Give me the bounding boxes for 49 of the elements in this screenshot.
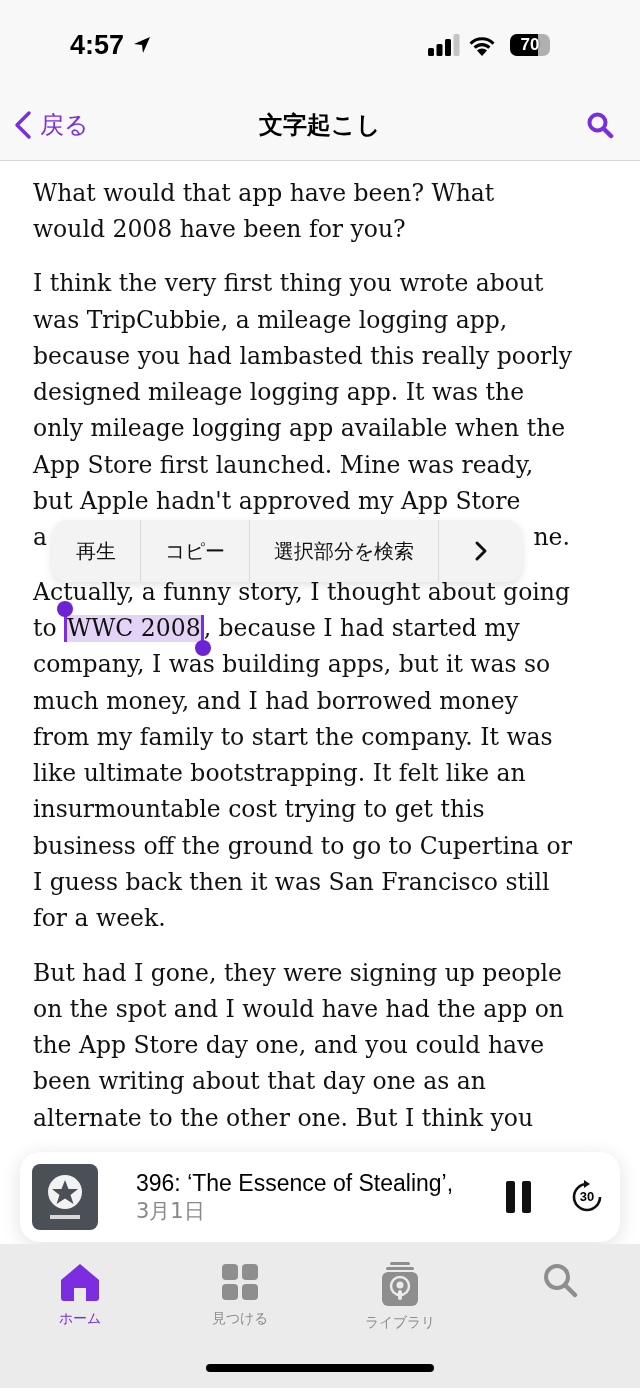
transcript-line: on the spot and I would have had the app on [33, 995, 564, 1023]
menu-item[interactable]: 選択部分を検索 [250, 520, 439, 582]
transcript-text-fragment: to [33, 614, 58, 642]
skip-forward-button[interactable]: 30 [570, 1180, 604, 1214]
house-icon [59, 1262, 101, 1302]
episode-title: 396: ‘The Essence of Stealing’, [136, 1169, 455, 1197]
status-time: 4:57 [70, 29, 125, 61]
menu-item[interactable]: 再生 [52, 520, 141, 582]
mini-player[interactable]: 396: ‘The Essence of Stealing’, 3月1日 30 [20, 1152, 620, 1242]
transcript-line: designed mileage logging app. It was the [33, 379, 525, 407]
transcript-line: for a week. [33, 905, 166, 933]
transcript-line: from my family to start the company. It was [33, 723, 553, 751]
transcript-line: was TripCubbie, a mileage logging app, [33, 306, 508, 334]
transcript-line: App Store first launched. Mine was ready, [33, 451, 534, 479]
search-icon [542, 1262, 578, 1298]
transcript-line: I guess back then it was San Francisco still [33, 869, 550, 896]
transcript-line: only mileage logging app available when the [33, 415, 566, 443]
transcript-line: But had I gone, they were signing up people [33, 959, 562, 987]
transcript-text-fragment: ne. [533, 524, 570, 552]
back-button[interactable]: 戻る [14, 109, 89, 141]
tab[interactable]: ホーム [0, 1262, 160, 1332]
transcript-line: I think the very first thing you wrote about [33, 270, 544, 298]
chevron-right-icon [473, 540, 488, 562]
pause-button[interactable] [506, 1181, 532, 1213]
chevron-left-icon [14, 110, 32, 140]
transcript-line: alternate to the other one. But I think you [33, 1104, 534, 1132]
location-arrow-icon [132, 35, 153, 55]
transcript-line: been writing about that day one as an [33, 1068, 486, 1096]
transcript-line: company, I was building apps, but it was so [33, 651, 551, 679]
transcript-text-fragment: a [33, 524, 47, 552]
screen-title: 文字起こし [259, 110, 381, 141]
transcript-line: the App Store day one, and you could have [33, 1032, 545, 1060]
search-icon[interactable] [586, 111, 614, 139]
selection-handle[interactable] [194, 639, 211, 656]
signal-icon [428, 34, 460, 56]
transcript-line: would 2008 have been for you? [33, 215, 406, 243]
grid-icon [220, 1262, 260, 1302]
transcript-line: like ultimate bootstrapping. It felt like an [33, 760, 526, 788]
episode-date: 3月1日 [136, 1197, 206, 1225]
wifi-icon [468, 34, 496, 56]
transcript-line: because you had lambasted this really poorly [33, 342, 573, 370]
transcript-line: business off the ground to go to Cupertina or [33, 832, 572, 860]
transcript-text-fragment: , because I had started my [203, 614, 520, 642]
transcript-line: much money, and I had borrowed money [33, 687, 518, 715]
podcast-stack-icon [382, 1262, 418, 1306]
transcript-line: What would that app have been? What [33, 179, 495, 207]
menu-item[interactable]: コピー [141, 520, 250, 582]
transcript-line: but Apple hadn't approved my App Store [33, 488, 521, 515]
transcript-line: insurmountable cost trying to get this [33, 796, 485, 824]
